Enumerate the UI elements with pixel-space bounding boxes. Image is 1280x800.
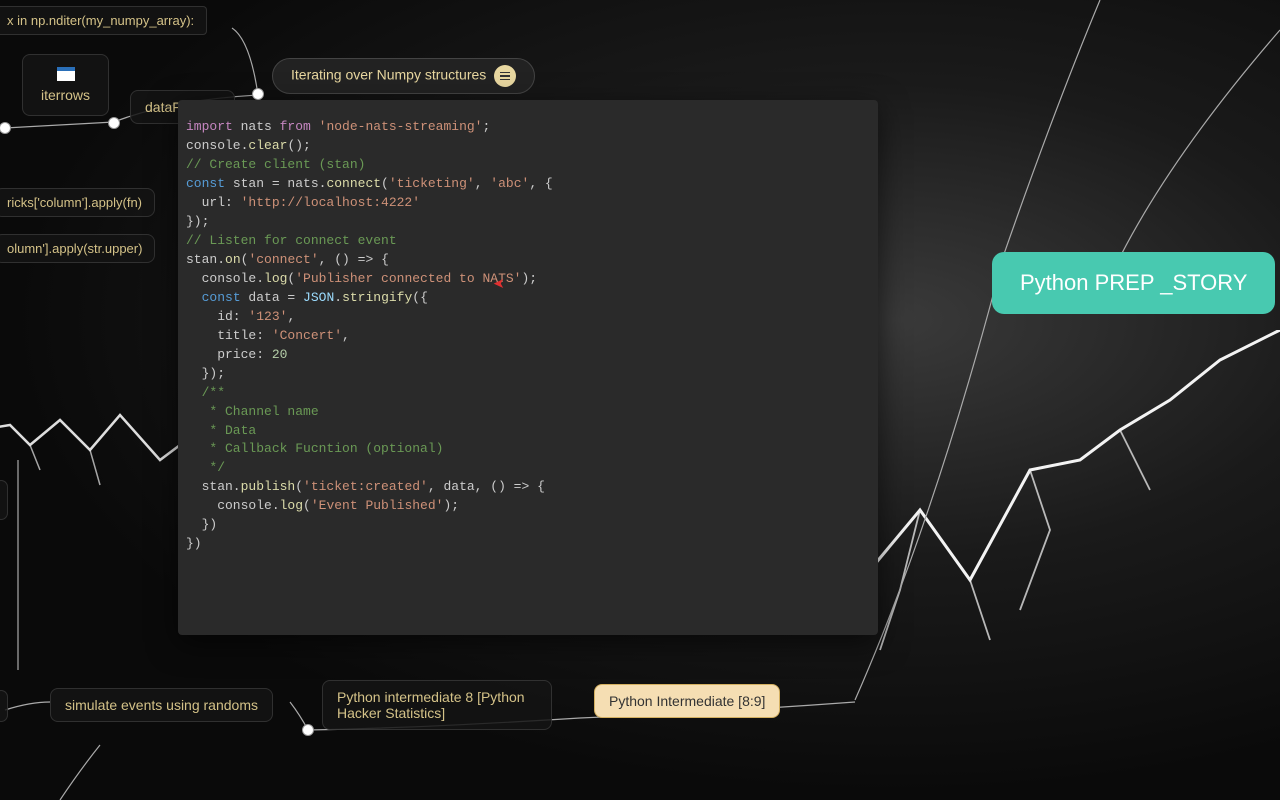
connector-dot[interactable] — [302, 724, 314, 736]
node-simulate[interactable]: simulate events using randoms — [50, 688, 273, 722]
window-icon — [57, 67, 75, 81]
connector-dot[interactable] — [0, 122, 11, 134]
node-label: Iterating over Numpy structures — [291, 67, 486, 83]
node-edge-left[interactable] — [0, 480, 8, 520]
node-label: iterrows — [41, 87, 90, 103]
node-label: x in np.nditer(my_numpy_array): — [7, 13, 194, 28]
node-label: Python Intermediate [8:9] — [609, 693, 765, 709]
connector-dot[interactable] — [108, 117, 120, 129]
node-label: olumn'].apply(str.upper) — [7, 241, 142, 256]
node-intermediate-89[interactable]: Python Intermediate [8:9] — [594, 684, 780, 718]
node-label: Python intermediate 8 [Python Hacker Sta… — [337, 689, 525, 721]
node-edge-left-2[interactable] — [0, 690, 8, 722]
node-label: Python PREP _STORY — [1020, 270, 1247, 295]
connector-dot[interactable] — [252, 88, 264, 100]
menu-icon[interactable] — [494, 65, 516, 87]
node-apply-upper[interactable]: olumn'].apply(str.upper) — [0, 234, 155, 263]
node-intermediate-8[interactable]: Python intermediate 8 [Python Hacker Sta… — [322, 680, 552, 730]
node-apply-fn[interactable]: ricks['column'].apply(fn) — [0, 188, 155, 217]
node-prep-story[interactable]: Python PREP _STORY — [992, 252, 1275, 314]
node-iterating[interactable]: Iterating over Numpy structures — [272, 58, 535, 94]
code-panel: import nats from 'node-nats-streaming';c… — [178, 100, 878, 635]
node-iterrows[interactable]: iterrows — [22, 54, 109, 116]
node-label: simulate events using randoms — [65, 697, 258, 713]
node-nditer[interactable]: x in np.nditer(my_numpy_array): — [0, 6, 207, 35]
node-label: ricks['column'].apply(fn) — [7, 195, 142, 210]
